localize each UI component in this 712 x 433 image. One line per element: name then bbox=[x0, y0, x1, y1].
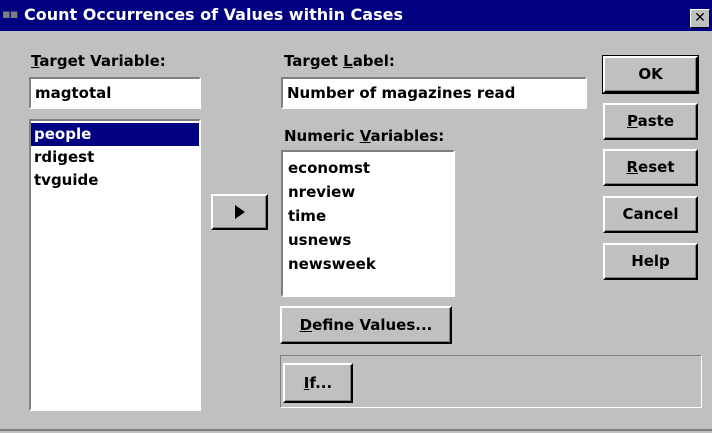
app-icon[interactable]: ▪▪ bbox=[2, 8, 22, 22]
define-values-button[interactable]: Define Values... bbox=[280, 306, 452, 344]
title-bar[interactable]: ▪▪ Count Occurrences of Values within Ca… bbox=[0, 0, 712, 31]
cancel-button[interactable]: Cancel bbox=[603, 196, 698, 233]
numeric-variables-list[interactable]: economst nreview time usnews newsweek bbox=[281, 150, 455, 297]
target-variable-label: Target Variable: bbox=[31, 52, 166, 70]
target-variable-input[interactable]: magtotal bbox=[29, 77, 201, 109]
paste-button[interactable]: Paste bbox=[603, 103, 698, 140]
list-item[interactable]: time bbox=[285, 204, 453, 228]
arrow-right-icon bbox=[234, 205, 245, 219]
numeric-variables-label: Numeric Variables: bbox=[284, 127, 445, 145]
list-item[interactable]: rdigest bbox=[31, 146, 199, 169]
target-label-input[interactable]: Number of magazines read bbox=[281, 77, 587, 109]
close-icon[interactable]: ✕ bbox=[690, 9, 710, 28]
list-item[interactable]: usnews bbox=[285, 228, 453, 252]
ok-button[interactable]: OK bbox=[602, 55, 699, 94]
help-button[interactable]: Help bbox=[603, 243, 698, 280]
if-button[interactable]: If... bbox=[283, 363, 353, 403]
list-item[interactable]: economst bbox=[285, 156, 453, 180]
list-item[interactable]: tvguide bbox=[31, 169, 199, 192]
list-item[interactable]: people bbox=[31, 123, 199, 146]
target-label-label: Target Label: bbox=[284, 52, 395, 70]
transfer-button[interactable] bbox=[211, 194, 268, 230]
reset-button[interactable]: Reset bbox=[603, 149, 698, 186]
window-title: Count Occurrences of Values within Cases bbox=[24, 5, 403, 24]
dialog-bottom-edge bbox=[0, 429, 712, 431]
list-item[interactable]: nreview bbox=[285, 180, 453, 204]
source-variable-list[interactable]: people rdigest tvguide bbox=[29, 119, 201, 411]
list-item[interactable]: newsweek bbox=[285, 252, 453, 276]
